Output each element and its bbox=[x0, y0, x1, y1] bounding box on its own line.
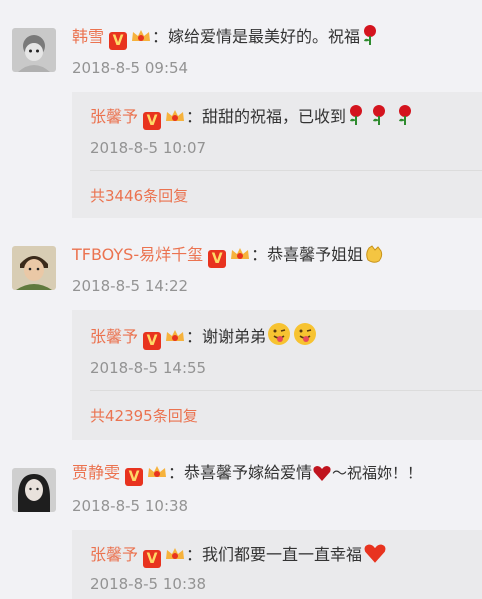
reply-author-name[interactable]: 张馨予 bbox=[90, 107, 138, 126]
colon: ： bbox=[186, 107, 203, 126]
reply-header: 张馨予 V ：谢谢弟弟 bbox=[90, 322, 318, 350]
reply-time: 2018-8-5 10:07 bbox=[90, 139, 207, 157]
reply-time: 2018-8-5 10:38 bbox=[90, 575, 207, 593]
comment-header: TFBOYS-易烊千玺 V ：恭喜馨予姐姐 bbox=[72, 242, 385, 268]
colon: ： bbox=[152, 27, 169, 46]
colon: ： bbox=[251, 245, 268, 264]
reply-text: 谢谢弟弟 bbox=[202, 327, 267, 346]
reply-text: 我们都要一直一直幸福 bbox=[202, 545, 363, 564]
avatar[interactable] bbox=[12, 468, 56, 512]
rose-icon bbox=[350, 105, 363, 125]
avatar[interactable] bbox=[12, 28, 56, 72]
reply-box: 张馨予 V ：我们都要一直一直幸福 2018-8-5 10:38 bbox=[72, 530, 482, 599]
divider bbox=[90, 170, 482, 171]
comment-time: 2018-8-5 10:38 bbox=[72, 497, 189, 515]
rose-icon bbox=[399, 105, 412, 125]
more-replies-link[interactable]: 共42395条回复 bbox=[90, 406, 198, 426]
more-replies-link[interactable]: 共3446条回复 bbox=[90, 186, 188, 206]
comment: 韩雪 V ：嫁给爱情是最美好的。祝福 2018-8-5 09:54 张馨予 V ：甜甜的… bbox=[0, 0, 482, 218]
author-name[interactable]: 韩雪 bbox=[72, 27, 104, 46]
comment-time: 2018-8-5 09:54 bbox=[72, 59, 189, 77]
heart-icon bbox=[364, 544, 386, 563]
tongue-face-icon bbox=[294, 323, 317, 345]
verified-icon: V bbox=[143, 112, 162, 130]
reply-text: 甜甜的祝福，已收到 bbox=[202, 107, 347, 126]
crown-icon bbox=[148, 466, 167, 477]
reply-header: 张馨予 V ：我们都要一直一直幸福 bbox=[90, 542, 388, 568]
comment-time: 2018-8-5 14:22 bbox=[72, 277, 189, 295]
clapping-hands-icon bbox=[366, 245, 383, 263]
comment-text-tail: ～祝福妳！！ bbox=[332, 464, 423, 482]
colon: ： bbox=[186, 327, 203, 346]
reply-box: 张馨予 V ：甜甜的祝福，已收到 2018-8-5 10:07 共3446条回复 bbox=[72, 92, 482, 218]
crown-icon bbox=[166, 330, 185, 341]
crown-icon bbox=[132, 30, 151, 41]
verified-icon: V bbox=[125, 468, 144, 486]
reply-time: 2018-8-5 14:55 bbox=[90, 359, 207, 377]
comment: 贾静雯 V ：恭喜馨予嫁給爱情 ～祝福妳！！ 2018-8-5 10:38 张馨予 V：… bbox=[0, 440, 482, 599]
verified-icon: V bbox=[109, 32, 128, 50]
author-name[interactable]: TFBOYS-易烊千玺 bbox=[72, 245, 203, 264]
verified-icon: V bbox=[143, 332, 162, 350]
rose-icon bbox=[364, 25, 377, 45]
comment-header: 贾静雯 V ：恭喜馨予嫁給爱情 ～祝福妳！！ bbox=[72, 462, 422, 486]
avatar[interactable] bbox=[12, 246, 56, 290]
reply-box: 张馨予 V ：谢谢弟弟 2018-8-5 14:55 共42395条回复 bbox=[72, 310, 482, 440]
comment-text: 恭喜馨予姐姐 bbox=[267, 245, 364, 264]
verified-icon: V bbox=[208, 250, 227, 268]
rose-icon bbox=[373, 105, 386, 125]
comment: TFBOYS-易烊千玺 V ：恭喜馨予姐姐 2018-8-5 14:22 张馨予 V：… bbox=[0, 218, 482, 450]
colon: ： bbox=[186, 545, 203, 564]
reply-header: 张馨予 V ：甜甜的祝福，已收到 bbox=[90, 104, 418, 130]
colon: ： bbox=[168, 463, 185, 482]
author-name[interactable]: 贾静雯 bbox=[72, 463, 120, 482]
crown-icon bbox=[166, 110, 185, 121]
reply-author-name[interactable]: 张馨予 bbox=[90, 545, 138, 564]
comment-text: 嫁给爱情是最美好的。祝福 bbox=[168, 27, 361, 46]
verified-icon: V bbox=[143, 550, 162, 568]
heart-icon bbox=[313, 466, 331, 481]
tongue-face-icon bbox=[268, 323, 291, 345]
crown-icon bbox=[166, 548, 185, 559]
comment-header: 韩雪 V ：嫁给爱情是最美好的。祝福 bbox=[72, 24, 380, 50]
crown-icon bbox=[231, 248, 250, 259]
reply-author-name[interactable]: 张馨予 bbox=[90, 327, 138, 346]
comment-text: 恭喜馨予嫁給爱情 bbox=[184, 463, 313, 482]
divider bbox=[90, 390, 482, 391]
